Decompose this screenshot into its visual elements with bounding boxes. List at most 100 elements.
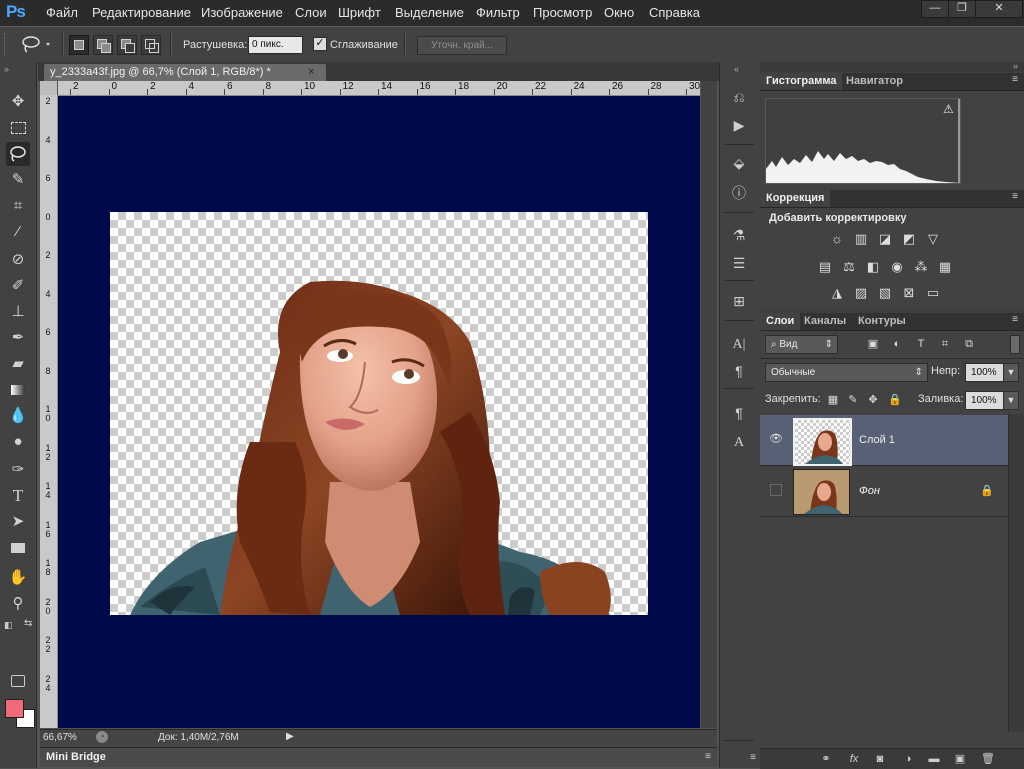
type-tool[interactable]: T: [6, 484, 30, 508]
exposure-icon[interactable]: ◩: [900, 230, 918, 248]
collapse-dock-icon[interactable]: «: [734, 64, 739, 74]
link-layers-icon[interactable]: ⚭: [818, 752, 834, 766]
layers-scrollbar[interactable]: [1008, 414, 1024, 732]
quick-selection-tool[interactable]: ✎: [6, 168, 30, 192]
panel-menu-icon[interactable]: ≡: [1012, 191, 1018, 202]
clone-source-button[interactable]: ⊞: [728, 290, 750, 312]
vertical-scrollbar[interactable]: [701, 81, 717, 728]
path-selection-tool[interactable]: ➤: [6, 510, 30, 534]
channel-mixer-icon[interactable]: ⁂: [912, 258, 930, 276]
visibility-toggle[interactable]: [770, 484, 782, 496]
pen-tool[interactable]: ✑: [6, 458, 30, 482]
tab-paths[interactable]: Контуры: [852, 313, 912, 330]
blend-mode-select[interactable]: Обычные ⇕: [765, 363, 928, 382]
fill-dropdown[interactable]: ▼: [1003, 391, 1019, 410]
lock-all-icon[interactable]: 🔒: [888, 393, 902, 407]
menu-image[interactable]: Изображение: [201, 5, 283, 20]
foreground-color-swatch[interactable]: [5, 699, 24, 718]
eyedropper-tool[interactable]: ⁄: [6, 220, 30, 244]
color-lookup-icon[interactable]: ▦: [936, 258, 954, 276]
tool-presets-button[interactable]: ☰: [728, 252, 750, 274]
layer-filter-kind[interactable]: ⌕ Вид ⇕: [765, 335, 838, 354]
menu-filter[interactable]: Фильтр: [476, 5, 520, 20]
eraser-tool[interactable]: ▰: [6, 352, 30, 376]
tab-adjustments[interactable]: Коррекция: [760, 190, 831, 207]
dodge-tool[interactable]: ●: [6, 430, 30, 454]
zoom-level-field[interactable]: 66,67%: [43, 732, 77, 743]
vibrance-icon[interactable]: ▽: [924, 230, 942, 248]
layer-style-fx-icon[interactable]: fx: [846, 752, 862, 766]
lock-position-icon[interactable]: ✥: [866, 393, 880, 407]
blur-tool[interactable]: 💧: [6, 404, 30, 428]
tab-histogram[interactable]: Гистограмма: [760, 73, 843, 90]
mini-bridge-tab[interactable]: Mini Bridge: [46, 751, 106, 763]
quick-mask-button[interactable]: [6, 668, 30, 692]
subtract-from-selection-button[interactable]: [117, 35, 137, 55]
menu-window[interactable]: Окно: [604, 5, 634, 20]
brightness-contrast-icon[interactable]: ☼: [828, 230, 846, 248]
feather-input[interactable]: 0 пикс.: [248, 36, 303, 54]
invert-icon[interactable]: ◮: [828, 284, 846, 302]
crop-tool[interactable]: ⌗: [6, 194, 30, 218]
paragraph-styles-button[interactable]: ¶: [728, 402, 750, 424]
actions-panel-button[interactable]: ▶: [728, 114, 750, 136]
collapse-toolbar-icon[interactable]: »: [4, 64, 9, 74]
menu-file[interactable]: Файл: [46, 5, 78, 20]
refine-edge-button[interactable]: Уточн. край...: [417, 36, 507, 55]
close-window-button[interactable]: ✕: [975, 0, 1023, 18]
new-selection-button[interactable]: [69, 35, 89, 55]
clone-stamp-tool[interactable]: ⊥: [6, 300, 30, 324]
history-panel-button[interactable]: ⎌: [728, 86, 750, 108]
lasso-tool[interactable]: [6, 142, 30, 166]
filter-shape-icon[interactable]: ⌗: [938, 337, 952, 351]
levels-icon[interactable]: ▥: [852, 230, 870, 248]
brush-presets-button[interactable]: ⚗: [728, 224, 750, 246]
dock-menu-icon[interactable]: ≡: [750, 752, 756, 763]
marquee-tool[interactable]: [6, 116, 30, 140]
layer-thumbnail[interactable]: [793, 418, 852, 466]
intersect-selection-button[interactable]: [141, 35, 161, 55]
gradient-tool[interactable]: [6, 378, 30, 402]
move-tool[interactable]: ✥: [6, 90, 30, 114]
options-bar-grip[interactable]: [4, 33, 9, 55]
paragraph-panel-button[interactable]: ¶: [728, 360, 750, 382]
fill-input[interactable]: 100%: [965, 391, 1006, 410]
photo-filter-icon[interactable]: ◉: [888, 258, 906, 276]
lock-transparency-icon[interactable]: ▦: [826, 393, 840, 407]
history-brush-tool[interactable]: ✒: [6, 326, 30, 350]
opacity-dropdown[interactable]: ▼: [1003, 363, 1019, 382]
document-tab[interactable]: y_2333a43f.jpg @ 66,7% (Слой 1, RGB/8*) …: [44, 64, 326, 81]
add-to-selection-button[interactable]: [93, 35, 113, 55]
zoom-tool[interactable]: ⚲: [6, 592, 30, 616]
selective-color-icon[interactable]: ⊠: [900, 284, 918, 302]
menu-view[interactable]: Просмотр: [533, 5, 592, 20]
vertical-ruler[interactable]: 2 4 6 0 2 4 6 8 1 0 1 2 1 4 1 6 1 8 2 0 2 2 2 4: [40, 95, 58, 728]
collapse-panels-icon[interactable]: »: [1013, 61, 1018, 71]
menu-type[interactable]: Шрифт: [338, 5, 381, 20]
color-balance-icon[interactable]: ⚖: [840, 258, 858, 276]
ruler-origin[interactable]: [40, 81, 57, 95]
new-layer-icon[interactable]: ▣: [952, 752, 968, 766]
filter-smart-object-icon[interactable]: ⧉: [962, 337, 976, 351]
document-image[interactable]: [110, 212, 648, 615]
swap-colors-icon[interactable]: ⇆: [24, 618, 32, 629]
black-white-icon[interactable]: ◧: [864, 258, 882, 276]
layer-thumbnail[interactable]: [793, 469, 850, 515]
tab-navigator[interactable]: Навигатор: [840, 73, 909, 90]
gradient-map-icon[interactable]: ▭: [924, 284, 942, 302]
info-panel-button[interactable]: ⓘ: [728, 182, 750, 204]
lock-pixels-icon[interactable]: ✎: [846, 393, 860, 407]
curves-icon[interactable]: ◪: [876, 230, 894, 248]
layer-row[interactable]: 👁 Слой 1: [760, 415, 1008, 466]
3d-panel-button[interactable]: ⬙: [728, 152, 750, 174]
trash-icon[interactable]: 🗑: [980, 752, 996, 766]
character-panel-button[interactable]: A|: [728, 332, 750, 354]
cache-warning-icon[interactable]: ⚠: [943, 102, 954, 116]
new-adjustment-layer-icon[interactable]: ◑: [900, 752, 916, 766]
threshold-icon[interactable]: ▧: [876, 284, 894, 302]
panel-menu-icon[interactable]: ≡: [1012, 314, 1018, 325]
menu-help[interactable]: Справка: [649, 5, 700, 20]
panel-menu-icon[interactable]: ≡: [1012, 74, 1018, 85]
close-tab-icon[interactable]: ×: [308, 64, 314, 81]
posterize-icon[interactable]: ▨: [852, 284, 870, 302]
